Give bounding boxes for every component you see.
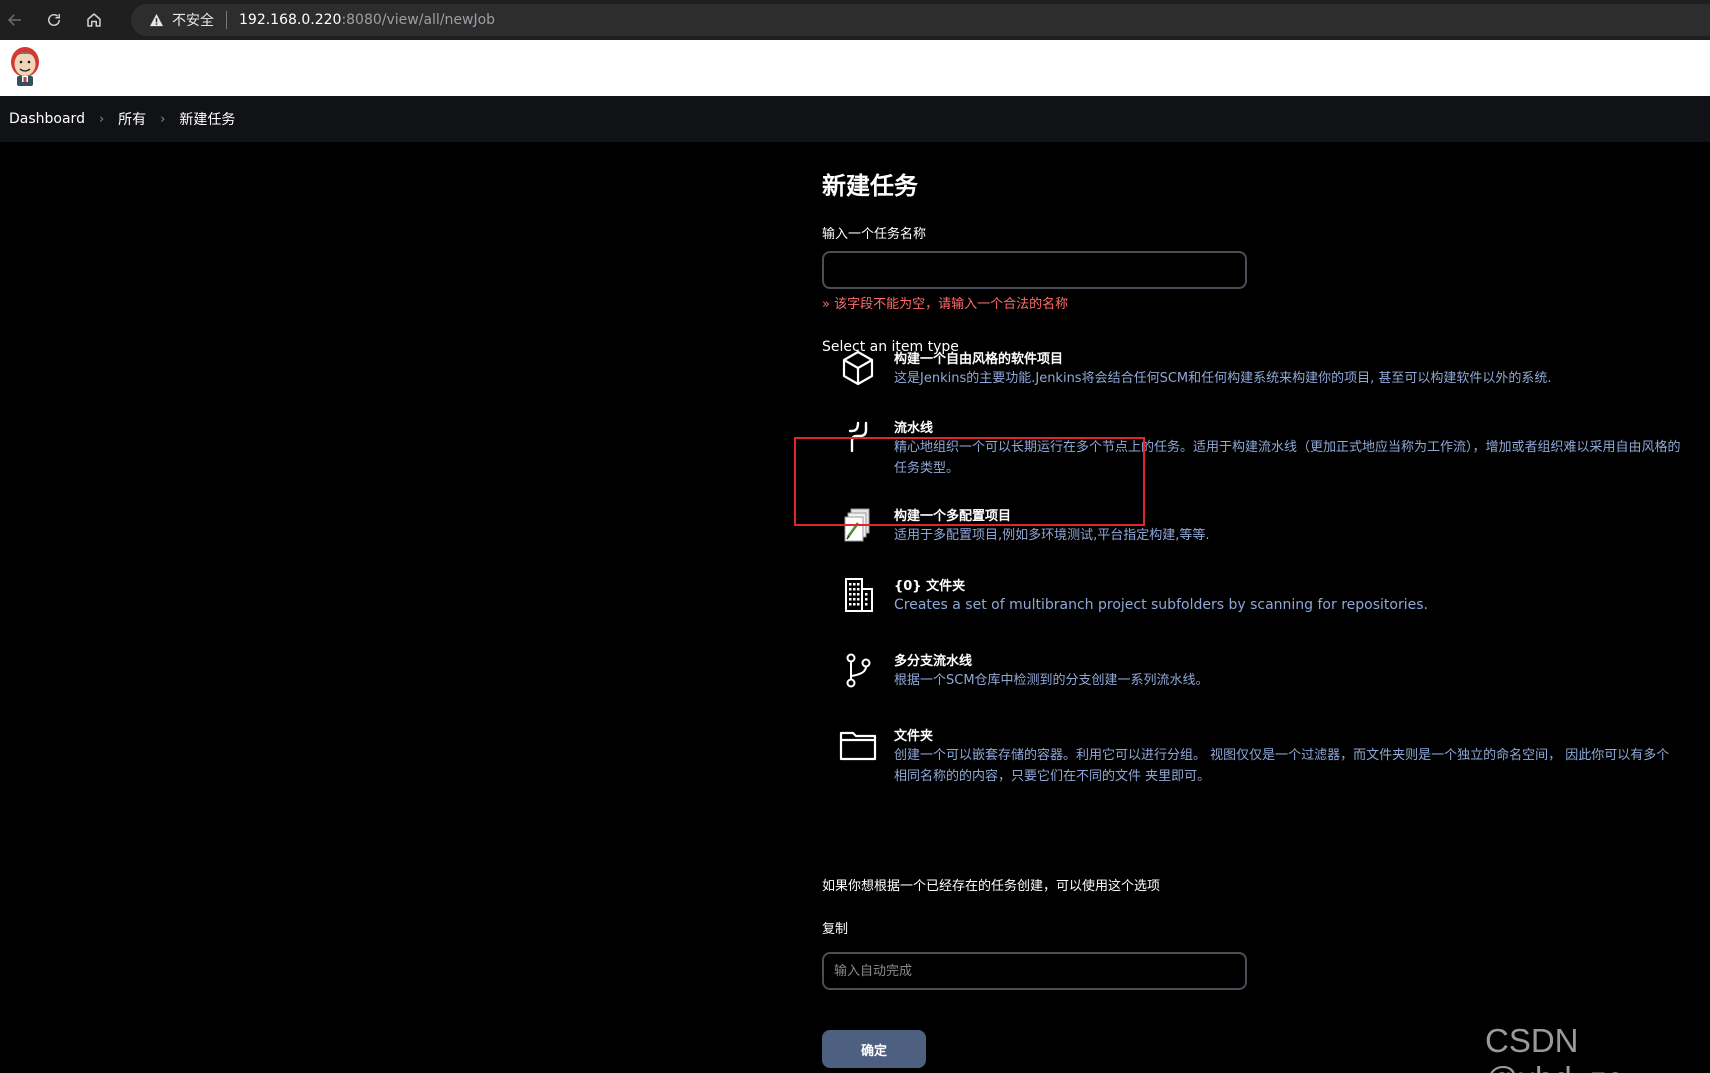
folder-icon [838, 725, 878, 765]
item-title: 构建一个多配置项目 [894, 509, 1012, 524]
item-description: 这是Jenkins的主要功能.Jenkins将会结合任何SCM和任何构建系统来构… [894, 371, 1552, 386]
item-type-freestyle[interactable]: 构建一个自由风格的软件项目 这是Jenkins的主要功能.Jenkins将会结合… [822, 348, 1682, 398]
security-label[interactable]: 不安全 [172, 10, 214, 30]
jenkins-header [0, 40, 1710, 96]
package-icon [838, 348, 878, 388]
breadcrumb-new-job[interactable]: 新建任务 [179, 109, 235, 129]
address-bar[interactable]: 不安全 192.168.0.220 :8080/view/all/newJob [131, 4, 1710, 36]
item-type-organization-folder[interactable]: {0} 文件夹 Creates a set of multibranch pro… [822, 575, 1682, 625]
job-name-label: 输入一个任务名称 [822, 227, 927, 242]
building-icon [838, 575, 878, 615]
copy-hint: 如果你想根据一个已经存在的任务创建，可以使用这个选项 [822, 879, 1161, 894]
copy-label: 复制 [822, 922, 849, 937]
breadcrumb: Dashboard › 所有 › 新建任务 [0, 96, 1710, 142]
back-icon[interactable] [3, 8, 27, 32]
item-type-multi-config[interactable]: 构建一个多配置项目 适用于多配置项目,例如多环境测试,平台指定构建,等等. [822, 505, 1682, 555]
page-title: 新建任务 [822, 172, 918, 200]
chevron-right-icon: › [160, 111, 166, 127]
chevron-right-icon: › [98, 111, 105, 127]
item-title: 文件夹 [894, 729, 934, 744]
copy-from-input[interactable] [822, 952, 1247, 990]
pipeline-icon [838, 417, 878, 457]
job-name-input[interactable] [822, 251, 1247, 289]
breadcrumb-dashboard[interactable]: Dashboard [9, 111, 85, 127]
item-type-folder[interactable]: 文件夹 创建一个可以嵌套存储的容器。利用它可以进行分组。 视图仅仅是一个过滤器，… [822, 725, 1682, 785]
address-divider [226, 11, 227, 29]
branch-icon [838, 650, 878, 690]
item-type-multibranch-pipeline[interactable]: 多分支流水线 根据一个SCM仓库中检测到的分支创建一系列流水线。 [822, 650, 1682, 700]
item-type-pipeline[interactable]: 流水线 精心地组织一个可以长期运行在多个节点上的任务。适用于构建流水线（更加正式… [822, 417, 1682, 477]
url-path: :8080/view/all/newJob [341, 12, 496, 28]
ok-button[interactable]: 确定 [822, 1030, 926, 1068]
item-title: 多分支流水线 [894, 654, 973, 669]
item-title: 流水线 [894, 421, 934, 436]
item-description: Creates a set of multibranch project sub… [894, 597, 1428, 613]
job-name-error: » 该字段不能为空，请输入一个合法的名称 [822, 297, 1069, 312]
item-description: 根据一个SCM仓库中检测到的分支创建一系列流水线。 [894, 673, 1209, 688]
watermark: CSDN @xbd_zc [1485, 1022, 1623, 1073]
url-host: 192.168.0.220 [239, 12, 342, 28]
item-title: {0} 文件夹 [894, 579, 966, 594]
item-description: 创建一个可以嵌套存储的容器。利用它可以进行分组。 视图仅仅是一个过滤器，而文件夹… [894, 748, 1670, 784]
reload-icon[interactable] [42, 8, 66, 32]
item-description: 精心地组织一个可以长期运行在多个节点上的任务。适用于构建流水线（更加正式地应当称… [894, 440, 1681, 476]
breadcrumb-all[interactable]: 所有 [118, 109, 146, 129]
jenkins-logo[interactable] [8, 45, 42, 89]
browser-toolbar: 不安全 192.168.0.220 :8080/view/all/newJob [0, 0, 1710, 40]
item-description: 适用于多配置项目,例如多环境测试,平台指定构建,等等. [894, 528, 1210, 543]
home-icon[interactable] [82, 8, 106, 32]
item-title: 构建一个自由风格的软件项目 [894, 352, 1064, 367]
warning-icon[interactable] [149, 13, 164, 28]
multi-config-icon [838, 505, 878, 545]
